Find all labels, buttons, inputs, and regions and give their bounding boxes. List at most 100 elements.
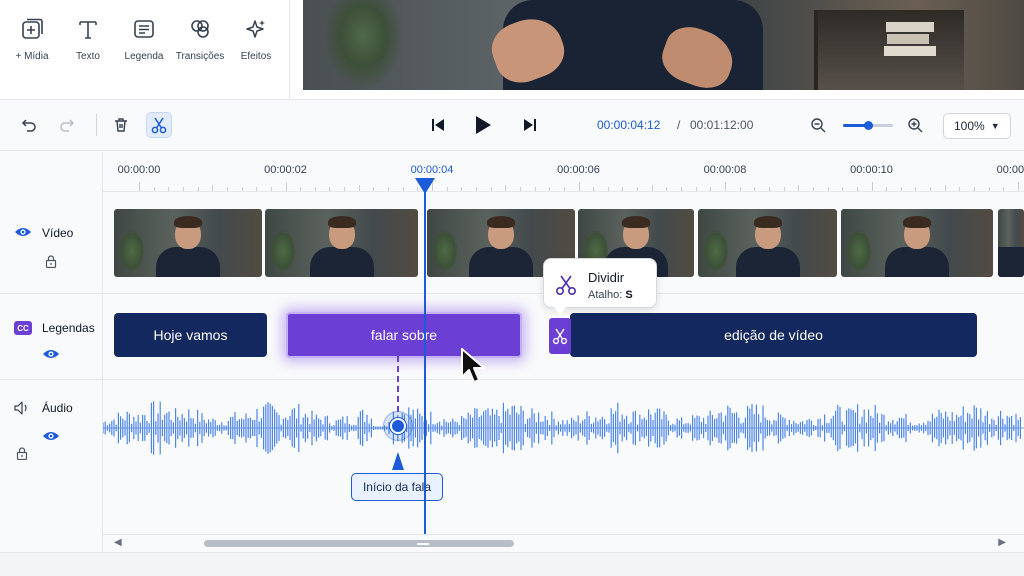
tool-label: + Mídia [15,51,49,62]
zoom-out-button[interactable] [805,112,831,138]
zoom-value: 100% [954,119,985,133]
zoom-slider-thumb[interactable] [863,121,873,130]
ruler-tick [856,187,858,191]
skip-back-button[interactable] [425,112,451,138]
playhead-handle[interactable] [415,178,435,194]
ruler-tick [153,187,155,191]
ruler-label: 00:00:06 [557,164,600,176]
ruler-tick [578,182,580,191]
tooltip-tail [554,307,566,315]
ruler-label: 00:00:12 [996,164,1024,176]
redo-button[interactable] [54,112,80,138]
caption-text: Hoje vamos [153,327,228,343]
lock-icon[interactable] [45,255,57,268]
speech-marker-label: Início da fala [351,473,443,501]
add-media-tool[interactable]: + Mídia [4,18,60,64]
ruler-tick [651,185,653,191]
ruler-tick [461,187,463,191]
zoom-slider[interactable] [843,121,893,130]
bottom-bar [0,552,1024,576]
split-tooltip: Dividir Atalho: S [543,258,657,308]
chevron-down-icon: ▼ [990,121,1000,131]
scissors-icon [555,275,577,296]
ruler-tick [475,187,477,191]
speech-marker-line [397,356,399,412]
eye-icon[interactable] [42,348,60,360]
current-time: 00:00:04:12 [597,118,661,132]
video-preview[interactable] [303,0,1024,90]
ruler-tick [988,187,990,191]
ruler-tick [915,187,917,191]
caption-tool[interactable]: Legenda [116,18,172,64]
eye-icon[interactable] [42,430,60,442]
video-clip[interactable] [265,209,418,277]
text-icon [79,21,97,39]
scrollbar-thumb[interactable] [204,540,514,547]
tooltip-title: Dividir [588,270,625,285]
text-tool[interactable]: Texto [60,18,116,64]
effects-icon [246,20,265,38]
split-tool-button[interactable] [146,112,172,138]
ruler-tick [226,187,228,191]
eye-icon[interactable] [14,226,32,238]
audio-track-name: Áudio [42,401,73,415]
ruler-tick [871,182,873,191]
transitions-icon [191,20,209,38]
ruler-label: 00:00:10 [850,164,893,176]
ruler-tick [168,187,170,191]
lock-icon[interactable] [16,447,28,460]
undo-button[interactable] [16,112,42,138]
scissors-icon [552,328,568,345]
audio-waveform[interactable] [103,398,1024,458]
play-button[interactable] [469,112,495,138]
trash-icon [115,118,127,132]
shortcut-key: S [625,289,633,301]
scroll-right-icon[interactable]: ▶ [998,537,1006,548]
cc-icon: CC [14,321,32,335]
horizontal-scrollbar[interactable]: ◀ ▶ [103,534,1024,552]
ruler-tick [241,187,243,191]
skip-forward-button[interactable] [517,112,543,138]
add-media-icon [22,18,43,39]
effects-tool[interactable]: Efeitos [228,18,284,64]
ruler-tick [388,187,390,191]
video-clip[interactable] [998,209,1024,277]
ruler-label: 00:00:08 [703,164,747,176]
audio-track: Áudio [0,380,1024,534]
zoom-in-button[interactable] [902,112,928,138]
ruler-tick [373,187,375,191]
ruler-tick [197,187,199,191]
video-clip[interactable] [114,209,262,277]
ruler-tick [930,187,932,191]
ruler-tick [739,187,741,191]
ruler-tick [695,187,697,191]
tool-label: Legenda [124,51,164,62]
ruler-tick [300,187,302,191]
speech-marker[interactable] [390,418,406,434]
caption-icon [134,20,154,38]
ruler-tick [519,187,521,191]
time-ruler[interactable]: 00:00:00 00:00:02 00:00:04 00:00:06 00:00:08… [103,152,1024,192]
playhead-line[interactable] [424,192,426,538]
caption-clip[interactable]: Hoje vamos [114,313,267,357]
ruler-tick [754,187,756,191]
redo-icon [60,119,75,132]
skip-back-icon [432,119,444,131]
ruler-tick [842,187,844,191]
ruler-tick [783,187,785,191]
ruler-tick [607,187,609,191]
ruler-tick [314,187,316,191]
ruler-tick [329,187,331,191]
mouse-cursor-icon [461,348,485,383]
transitions-tool[interactable]: Transições [172,18,228,64]
caption-clip[interactable]: edição de vídeo [570,313,977,357]
delete-button[interactable] [108,112,134,138]
ruler-tick [402,187,404,191]
preview-area [291,0,1024,100]
video-clip[interactable] [841,209,993,277]
ruler-tick [593,187,595,191]
split-handle[interactable] [549,318,571,354]
scroll-left-icon[interactable]: ◀ [114,537,122,548]
zoom-select[interactable]: 100% ▼ [943,113,1011,139]
video-clip[interactable] [698,209,837,277]
